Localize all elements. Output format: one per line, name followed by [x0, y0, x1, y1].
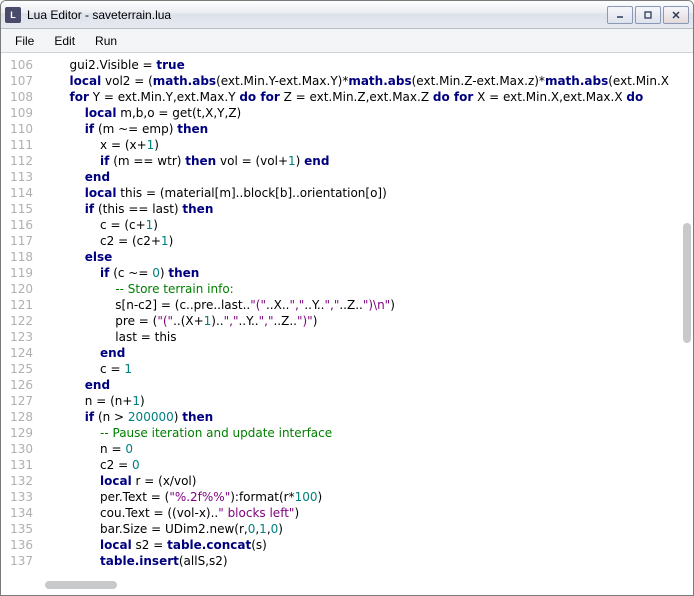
- line-number: 116: [1, 217, 39, 233]
- code-line: c = (c+1): [39, 217, 693, 233]
- line-number: 135: [1, 521, 39, 537]
- line-number: 122: [1, 313, 39, 329]
- titlebar[interactable]: L Lua Editor - saveterrain.lua: [1, 1, 693, 29]
- line-number: 125: [1, 361, 39, 377]
- line-number: 128: [1, 409, 39, 425]
- code-line: local vol2 = (math.abs(ext.Min.Y-ext.Max…: [39, 73, 693, 89]
- app-icon: L: [5, 7, 21, 23]
- line-number: 120: [1, 281, 39, 297]
- line-number: 119: [1, 265, 39, 281]
- code-line: else: [39, 249, 693, 265]
- line-number: 127: [1, 393, 39, 409]
- code-line: end: [39, 169, 693, 185]
- code-line: n = (n+1): [39, 393, 693, 409]
- line-number: 112: [1, 153, 39, 169]
- line-number: 131: [1, 457, 39, 473]
- menu-run[interactable]: Run: [85, 31, 127, 51]
- line-number: 108: [1, 89, 39, 105]
- code-line: x = (x+1): [39, 137, 693, 153]
- code-line: last = this: [39, 329, 693, 345]
- code-line: if (m ~= emp) then: [39, 121, 693, 137]
- window-title: Lua Editor - saveterrain.lua: [27, 8, 607, 22]
- menu-file[interactable]: File: [5, 31, 44, 51]
- code-line: c = 1: [39, 361, 693, 377]
- code-line: table.insert(allS,s2): [39, 553, 693, 569]
- line-number: 114: [1, 185, 39, 201]
- line-number: 133: [1, 489, 39, 505]
- line-number: 129: [1, 425, 39, 441]
- code-line: s[n-c2] = (c..pre..last.."("..X..","..Y.…: [39, 297, 693, 313]
- line-number: 137: [1, 553, 39, 569]
- line-number: 121: [1, 297, 39, 313]
- line-number: 123: [1, 329, 39, 345]
- line-number: 136: [1, 537, 39, 553]
- code-line: pre = ("("..(X+1)..","..Y..","..Z..")"): [39, 313, 693, 329]
- menu-edit[interactable]: Edit: [44, 31, 85, 51]
- code-line: if (c ~= 0) then: [39, 265, 693, 281]
- line-number: 118: [1, 249, 39, 265]
- code-line: bar.Size = UDim2.new(r,0,1,0): [39, 521, 693, 537]
- code-editor[interactable]: 1061071081091101111121131141151161171181…: [1, 53, 693, 595]
- maximize-button[interactable]: [635, 6, 661, 24]
- minimize-button[interactable]: [607, 6, 633, 24]
- code-line: end: [39, 345, 693, 361]
- vertical-scrollbar[interactable]: [683, 223, 691, 343]
- line-number: 111: [1, 137, 39, 153]
- line-number: 106: [1, 57, 39, 73]
- code-line: local s2 = table.concat(s): [39, 537, 693, 553]
- close-button[interactable]: [663, 6, 689, 24]
- menubar: File Edit Run: [1, 29, 693, 53]
- line-number: 110: [1, 121, 39, 137]
- code-line: if (n > 200000) then: [39, 409, 693, 425]
- code-line: if (this == last) then: [39, 201, 693, 217]
- code-line: -- Store terrain info:: [39, 281, 693, 297]
- code-line: local m,b,o = get(t,X,Y,Z): [39, 105, 693, 121]
- line-number: 130: [1, 441, 39, 457]
- line-number: 126: [1, 377, 39, 393]
- line-number: 115: [1, 201, 39, 217]
- line-number: 134: [1, 505, 39, 521]
- window-buttons: [607, 6, 689, 24]
- code-line: gui2.Visible = true: [39, 57, 693, 73]
- horizontal-scrollbar[interactable]: [45, 581, 117, 589]
- line-number: 109: [1, 105, 39, 121]
- line-number: 107: [1, 73, 39, 89]
- code-area[interactable]: gui2.Visible = true local vol2 = (math.a…: [39, 53, 693, 595]
- code-line: cou.Text = ((vol-x).." blocks left"): [39, 505, 693, 521]
- code-line: local r = (x/vol): [39, 473, 693, 489]
- line-number: 124: [1, 345, 39, 361]
- line-number: 117: [1, 233, 39, 249]
- code-line: if (m == wtr) then vol = (vol+1) end: [39, 153, 693, 169]
- code-line: end: [39, 377, 693, 393]
- code-line: per.Text = ("%.2f%%"):format(r*100): [39, 489, 693, 505]
- code-line: n = 0: [39, 441, 693, 457]
- code-line: -- Pause iteration and update interface: [39, 425, 693, 441]
- line-number: 113: [1, 169, 39, 185]
- code-line: c2 = 0: [39, 457, 693, 473]
- code-line: local this = (material[m]..block[b]..ori…: [39, 185, 693, 201]
- code-line: for Y = ext.Min.Y,ext.Max.Y do for Z = e…: [39, 89, 693, 105]
- line-gutter: 1061071081091101111121131141151161171181…: [1, 53, 39, 595]
- code-line: c2 = (c2+1): [39, 233, 693, 249]
- line-number: 132: [1, 473, 39, 489]
